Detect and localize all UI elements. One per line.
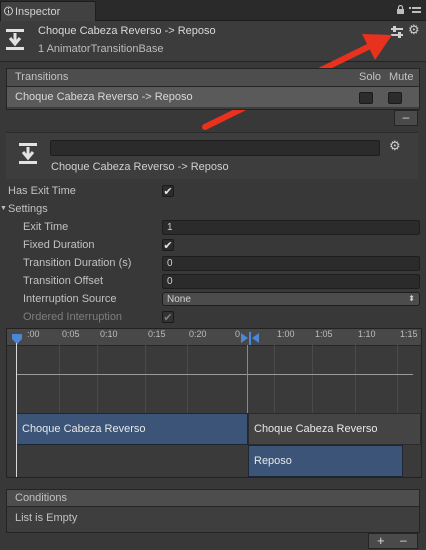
conditions-header: Conditions [7, 490, 419, 507]
playhead-marker-icon[interactable] [10, 332, 24, 346]
conditions-empty-text: List is Empty [15, 512, 78, 524]
tick-label: 1:00 [277, 329, 295, 339]
conditions-list: Conditions List is Empty [6, 489, 420, 533]
solo-header-label: Solo [359, 71, 382, 83]
tick-label: 1:05 [315, 329, 333, 339]
tick-label: 0:05 [62, 329, 80, 339]
playhead-line [16, 343, 17, 477]
mute-header-label: Mute [389, 71, 414, 83]
transition-gear-icon[interactable]: ⚙ [389, 138, 401, 154]
has-exit-time-label: Has Exit Time [8, 185, 76, 197]
ordered-interruption-label: Ordered Interruption [23, 311, 123, 323]
transitions-header: Transitions Solo Mute [7, 69, 419, 87]
transition-item-label: Choque Cabeza Reverso -> Reposo [15, 91, 193, 103]
mute-toggle[interactable] [388, 92, 402, 104]
tick-label: :00 [27, 329, 40, 339]
target-state-bar-top[interactable]: Choque Cabeza Reverso [248, 413, 421, 445]
settings-foldout-label[interactable]: Settings [8, 203, 48, 215]
interruption-source-value: None [167, 294, 191, 305]
conditions-header-label: Conditions [15, 492, 67, 504]
tick-label: 0:15 [148, 329, 166, 339]
transitions-list: Transitions Solo Mute Choque Cabeza Reve… [6, 68, 420, 110]
transition-duration-label: Transition Duration (s) [23, 257, 132, 269]
remove-condition-button[interactable]: – [400, 533, 407, 547]
tick-label: 1:10 [358, 329, 376, 339]
dropdown-arrows-icon: ⬍ [408, 294, 415, 303]
tick-label: 0:10 [100, 329, 118, 339]
interruption-source-label: Interruption Source [23, 293, 117, 305]
transition-handles-icon[interactable] [240, 332, 260, 345]
add-condition-button[interactable]: + [377, 533, 385, 548]
ordered-interruption-checkbox: ✔ [162, 311, 174, 324]
transition-header: ⚙ Choque Cabeza Reverso -> Reposo [6, 132, 418, 179]
conditions-footer: + – [368, 533, 418, 549]
tick-label: 1:15 [400, 329, 418, 339]
exit-time-field[interactable]: 1 [162, 220, 420, 235]
transitions-header-label: Transitions [15, 71, 69, 83]
source-state-bar[interactable]: Choque Cabeza Reverso [16, 413, 248, 445]
interruption-source-dropdown[interactable]: None ⬍ [162, 292, 420, 306]
transition-duration-field[interactable]: 0 [162, 256, 420, 271]
transition-name-field[interactable] [50, 140, 380, 156]
weight-curve [17, 374, 413, 375]
remove-transition-button[interactable]: – [394, 110, 418, 126]
timeline-ruler: :00 0:05 0:10 0:15 0:20 0 1:00 1:05 1:10… [7, 329, 421, 346]
fixed-duration-checkbox[interactable]: ✔ [162, 239, 174, 252]
transition-offset-field[interactable]: 0 [162, 274, 420, 289]
tick-label: 0:20 [189, 329, 207, 339]
solo-toggle[interactable] [359, 92, 373, 104]
exit-time-label: Exit Time [23, 221, 69, 233]
has-exit-time-checkbox[interactable]: ✔ [162, 185, 174, 198]
target-state-bar[interactable]: Reposo [248, 445, 403, 477]
transition-caption: Choque Cabeza Reverso -> Reposo [51, 161, 229, 173]
fixed-duration-label: Fixed Duration [23, 239, 95, 251]
foldout-arrow-icon[interactable]: ▼ [0, 205, 7, 212]
transition-end-line [247, 345, 248, 415]
transition-timeline[interactable]: :00 0:05 0:10 0:15 0:20 0 1:00 1:05 1:10… [6, 328, 422, 478]
transition-offset-label: Transition Offset [23, 275, 104, 287]
transition-icon [19, 143, 37, 164]
transition-list-item[interactable]: Choque Cabeza Reverso -> Reposo [7, 87, 419, 107]
